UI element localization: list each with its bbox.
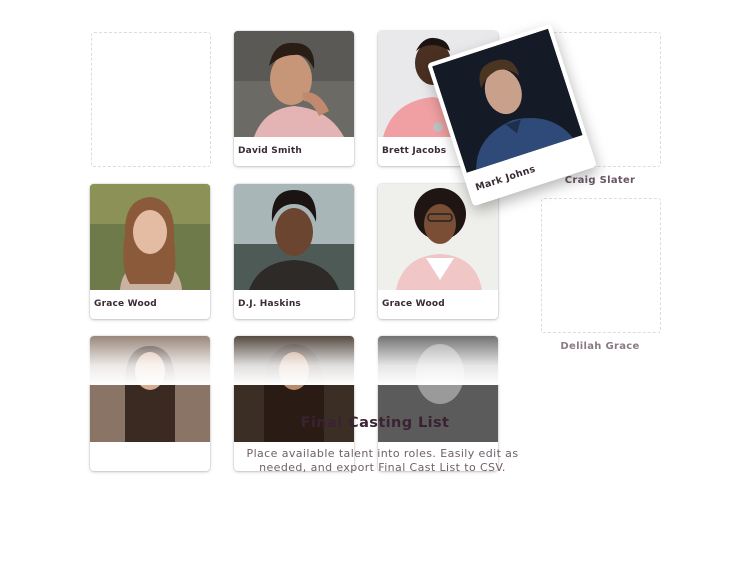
section-description: Place available talent into roles. Easil…: [246, 447, 519, 474]
talent-name: Brett Jacobs: [382, 146, 447, 156]
talent-name: Mark Johns: [474, 163, 537, 194]
talent-name: Grace Wood: [94, 299, 157, 309]
section-title: Final Casting List: [300, 415, 450, 431]
talent-card-grace-wood[interactable]: Grace Wood: [90, 184, 210, 319]
talent-name: D.J. Haskins: [238, 299, 301, 309]
talent-card-dj-haskins[interactable]: D.J. Haskins: [234, 184, 354, 319]
talent-card[interactable]: [90, 336, 210, 471]
talent-card-david-smith[interactable]: David Smith: [234, 31, 354, 166]
talent-photo: [90, 184, 210, 290]
talent-photo: [234, 31, 354, 137]
empty-talent-slot[interactable]: [91, 32, 211, 167]
role-slot-delilah-grace[interactable]: [541, 198, 661, 333]
role-label: Delilah Grace: [560, 341, 640, 352]
talent-name: David Smith: [238, 146, 302, 156]
talent-name: Grace Wood: [382, 299, 445, 309]
talent-photo: [234, 184, 354, 290]
